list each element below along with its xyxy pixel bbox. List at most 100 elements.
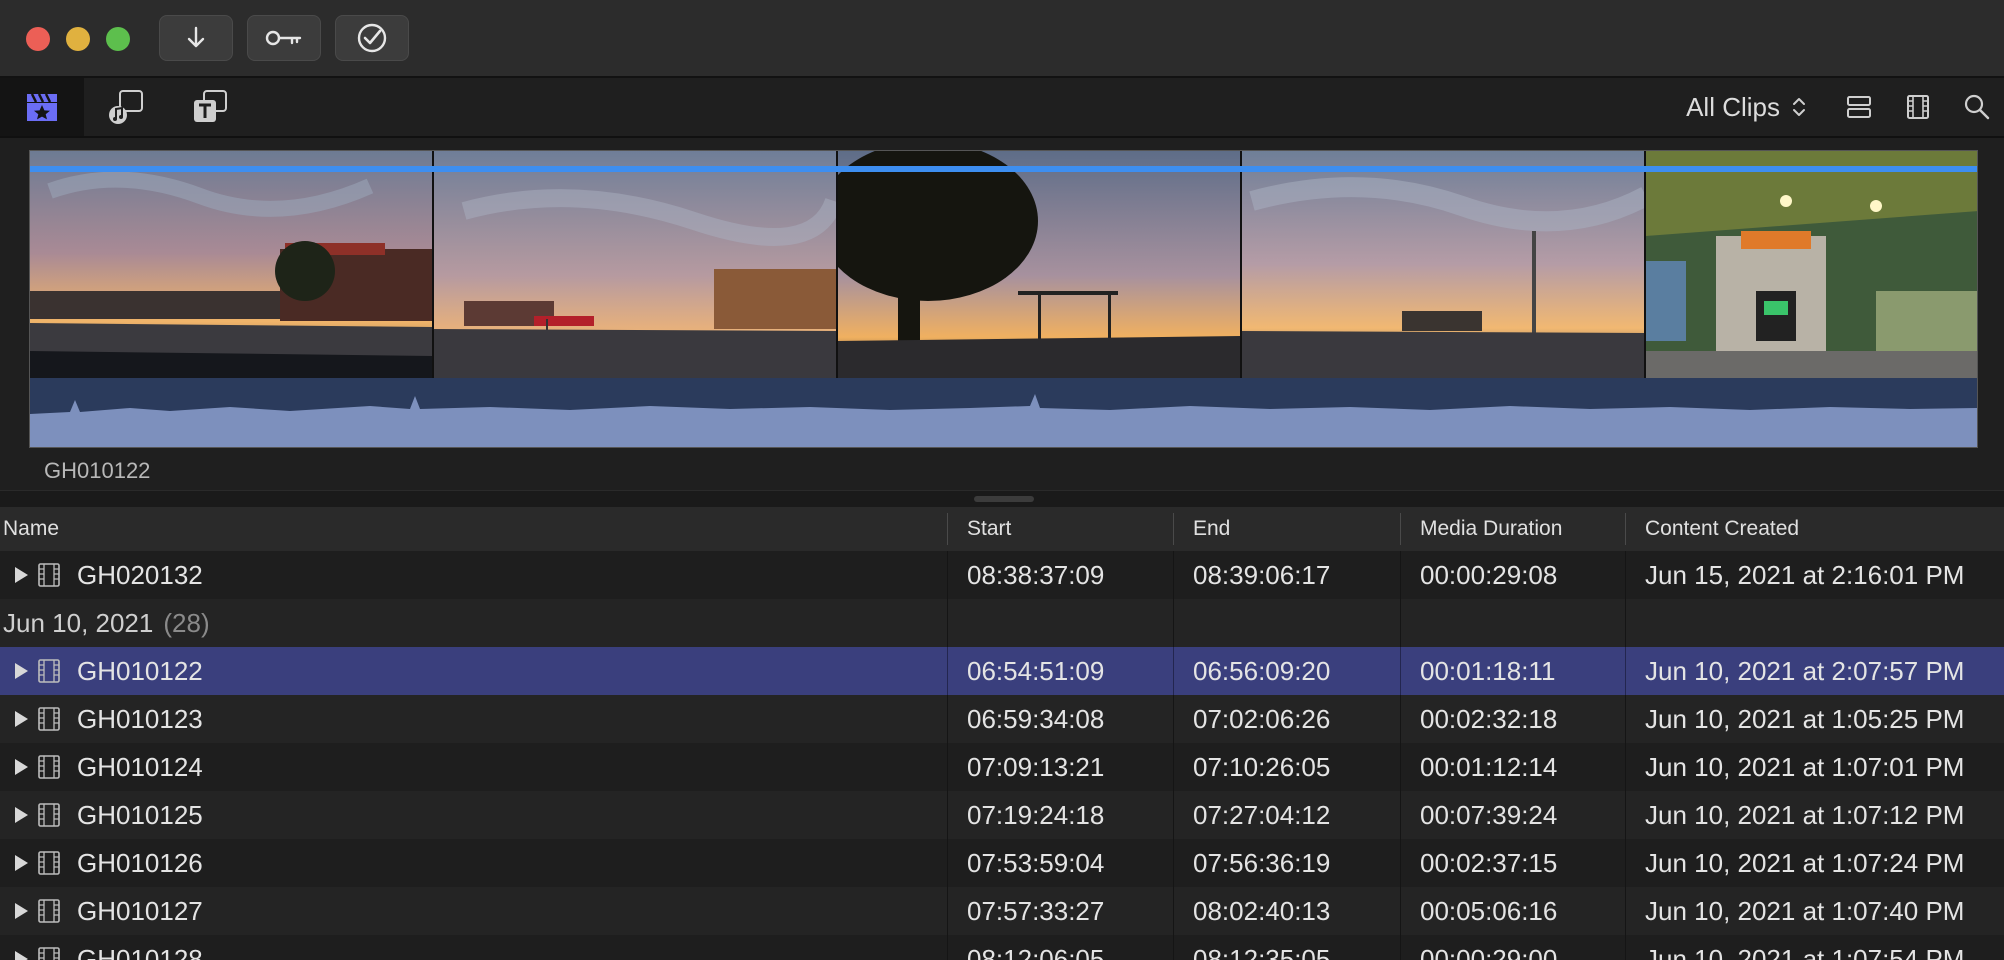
clip-name-cell: GH010122: [77, 656, 203, 686]
column-separator: [947, 743, 948, 791]
column-separator: [1173, 551, 1174, 599]
table-row[interactable]: GH010128 08:12:06:05 08:12:35:05 00:00:29:0…: [0, 935, 2004, 960]
column-separator: [1173, 935, 1174, 960]
search-icon: [1964, 94, 1990, 120]
end-cell: 07:02:06:26: [1193, 704, 1331, 734]
column-header-content-created[interactable]: Content Created: [1645, 507, 1799, 551]
column-divider[interactable]: [947, 513, 948, 545]
video-clip-icon: [38, 659, 60, 683]
keywords-button[interactable]: [247, 15, 321, 61]
duration-cell: 00:07:39:24: [1420, 800, 1558, 830]
key-icon: [265, 30, 302, 46]
table-row[interactable]: GH010124 07:09:13:21 07:10:26:05 00:01:12:1…: [0, 743, 2004, 791]
column-header-media-duration[interactable]: Media Duration: [1420, 507, 1562, 551]
duration-cell: 00:02:37:15: [1420, 848, 1558, 878]
window-titlebar: [0, 0, 2004, 78]
table-row[interactable]: GH010126 07:53:59:04 07:56:36:19 00:02:37:1…: [0, 839, 2004, 887]
disclosure-triangle[interactable]: [15, 903, 28, 919]
disclosure-triangle[interactable]: [15, 711, 28, 727]
start-cell: 08:12:06:05: [967, 944, 1105, 960]
column-separator: [1625, 551, 1626, 599]
table-row[interactable]: GH010122 06:54:51:09 06:56:09:20 00:01:18:1…: [0, 647, 2004, 695]
date-group-count: (28): [163, 608, 210, 638]
column-separator: [1625, 839, 1626, 887]
column-separator: [947, 551, 948, 599]
column-separator: [1400, 887, 1401, 935]
table-header: Name Start End Media Duration Content Cr…: [0, 507, 2004, 552]
chevron-updown-icon: [1793, 98, 1805, 116]
end-cell: 08:02:40:13: [1193, 896, 1331, 926]
filmstrip-view-icon: [1907, 95, 1929, 119]
video-clip-icon: [38, 755, 60, 779]
end-cell: 07:27:04:12: [1193, 800, 1331, 830]
start-cell: 08:38:37:09: [967, 560, 1105, 590]
clip-filter-popup[interactable]: All Clips: [1686, 91, 1808, 123]
filmstrip-view-button[interactable]: [1903, 92, 1933, 122]
content-created-cell: Jun 10, 2021 at 1:07:01 PM: [1645, 752, 1965, 782]
column-header-start[interactable]: Start: [967, 507, 1011, 551]
disclosure-triangle[interactable]: [15, 807, 28, 823]
table-row[interactable]: GH010123 06:59:34:08 07:02:06:26 00:02:32:1…: [0, 695, 2004, 743]
clip-name-cell: GH010128: [77, 944, 203, 960]
content-created-cell: Jun 10, 2021 at 1:07:12 PM: [1645, 800, 1965, 830]
table-row[interactable]: GH010125 07:19:24:18 07:27:04:12 00:07:39:2…: [0, 791, 2004, 839]
titles-t-icon: [194, 90, 227, 122]
pane-divider[interactable]: [0, 490, 2004, 508]
import-media-button[interactable]: [159, 15, 233, 61]
disclosure-triangle[interactable]: [15, 855, 28, 871]
column-separator: [1173, 647, 1174, 695]
date-group-label: Jun 10, 2021 (28): [3, 599, 210, 647]
table-row[interactable]: GH020132 08:38:37:09 08:39:06:17 00:00:29:0…: [0, 551, 2004, 599]
column-divider[interactable]: [1625, 513, 1626, 545]
close-window-button[interactable]: [26, 27, 50, 51]
filmstrip-area: GH010122: [0, 138, 2004, 490]
column-separator: [1400, 695, 1401, 743]
selection-range-bar[interactable]: [30, 166, 1977, 172]
tab-libraries[interactable]: [0, 78, 84, 136]
tab-photos-and-audio[interactable]: [84, 78, 168, 136]
disclosure-triangle[interactable]: [15, 759, 28, 775]
clip-list-table: Name Start End Media Duration Content Cr…: [0, 507, 2004, 960]
end-cell: 07:10:26:05: [1193, 752, 1331, 782]
clip-filmstrip[interactable]: [29, 150, 1978, 448]
table-row[interactable]: GH010127 07:57:33:27 08:02:40:13 00:05:06:1…: [0, 887, 2004, 935]
column-separator: [947, 935, 948, 960]
minimize-window-button[interactable]: [66, 27, 90, 51]
background-tasks-button[interactable]: [335, 15, 409, 61]
filmstrip-thumbnail: [838, 151, 1242, 378]
clip-name-cell: GH010127: [77, 896, 203, 926]
content-created-cell: Jun 10, 2021 at 1:07:24 PM: [1645, 848, 1965, 878]
disclosure-triangle[interactable]: [15, 567, 28, 583]
content-created-cell: Jun 10, 2021 at 1:05:25 PM: [1645, 704, 1965, 734]
duration-cell: 00:05:06:16: [1420, 896, 1558, 926]
duration-cell: 00:00:29:00: [1420, 944, 1558, 960]
column-separator: [1625, 647, 1626, 695]
clip-name-cell: GH010125: [77, 800, 203, 830]
column-separator: [1173, 791, 1174, 839]
clip-filter-label: All Clips: [1686, 91, 1780, 122]
column-divider[interactable]: [1173, 513, 1174, 545]
column-separator: [1400, 743, 1401, 791]
tab-titles-and-generators[interactable]: [168, 78, 252, 136]
column-header-end[interactable]: End: [1193, 507, 1230, 551]
video-clip-icon: [38, 563, 60, 587]
disclosure-triangle[interactable]: [15, 663, 28, 679]
duration-cell: 00:01:18:11: [1420, 656, 1556, 686]
clip-appearance-button[interactable]: [1844, 92, 1874, 122]
clip-name-cell: GH020132: [77, 560, 203, 590]
content-created-cell: Jun 15, 2021 at 2:16:01 PM: [1645, 560, 1965, 590]
start-cell: 07:57:33:27: [967, 896, 1105, 926]
search-button[interactable]: [1962, 92, 1992, 122]
end-cell: 08:12:35:05: [1193, 944, 1331, 960]
zoom-window-button[interactable]: [106, 27, 130, 51]
start-cell: 07:53:59:04: [967, 848, 1105, 878]
start-cell: 06:59:34:08: [967, 704, 1105, 734]
column-header-name[interactable]: Name: [3, 507, 59, 551]
video-clip-icon: [38, 851, 60, 875]
disclosure-triangle[interactable]: [15, 951, 28, 960]
column-divider[interactable]: [1400, 513, 1401, 545]
divider-grabber[interactable]: [974, 496, 1034, 502]
date-group-row[interactable]: Jun 10, 2021 (28): [0, 599, 2004, 647]
start-cell: 07:19:24:18: [967, 800, 1105, 830]
column-separator: [1625, 695, 1626, 743]
